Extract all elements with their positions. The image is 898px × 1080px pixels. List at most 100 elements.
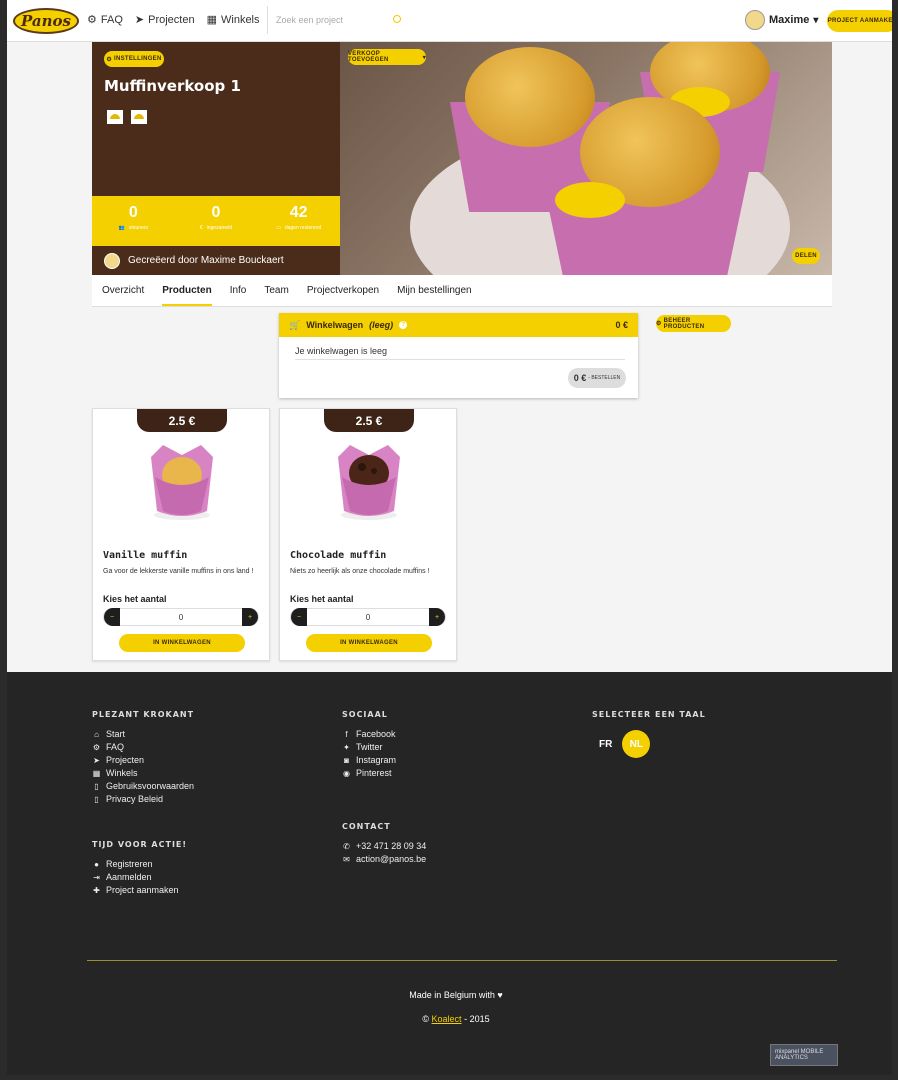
product-name: Chocolade muffin <box>290 550 387 561</box>
footer-link-instagram[interactable]: ◙ Instagram <box>342 755 396 765</box>
building-icon: ▦ <box>92 768 101 778</box>
paper-plane-icon: ➤ <box>134 14 145 26</box>
footer-email[interactable]: ✉ action@panos.be <box>342 854 426 864</box>
plus-icon: ✚ <box>93 885 100 895</box>
footer-link-faq[interactable]: ⚙ FAQ <box>92 742 194 752</box>
panos-label-shape <box>555 182 625 218</box>
quantity-input[interactable]: 0 <box>179 613 183 622</box>
stat-collected: 0 € ingezameld <box>175 196 258 246</box>
footer-col-sociaal: SOCIAAL f Facebook ✦ Twitter ◙ Instagram ◉ P… <box>342 710 396 781</box>
language-fr-button[interactable]: FR <box>599 739 612 750</box>
search-icon[interactable] <box>393 15 401 23</box>
panos-logo[interactable]: Panos <box>13 8 79 34</box>
plus-icon[interactable]: + <box>241 608 258 626</box>
tab-team[interactable]: Team <box>264 285 288 296</box>
cogs-icon: ⚙ <box>92 742 101 752</box>
stat-value: 42 <box>289 204 308 221</box>
plus-icon[interactable]: + <box>428 608 445 626</box>
hero-badges <box>107 110 147 124</box>
hero-info-panel: ⚙ INSTELLINGEN Muffinverkoop 1 0 👥 steune… <box>92 42 340 275</box>
nav-link-faq[interactable]: ⚙ FAQ <box>87 13 123 27</box>
footer-link-twitter[interactable]: ✦ Twitter <box>342 742 396 752</box>
stat-value: 0 <box>128 204 138 221</box>
top-nav: Panos ⚙ FAQ ➤ Projecten ▦ Winkels Zoek een … <box>7 0 892 42</box>
footer-link-facebook[interactable]: f Facebook <box>342 729 396 739</box>
minus-icon[interactable]: − <box>104 608 120 626</box>
tab-info[interactable]: Info <box>230 285 247 296</box>
footer-link-login[interactable]: ⇥ Aanmelden <box>92 872 187 882</box>
footer-link-label: action@panos.be <box>356 854 427 864</box>
pinterest-icon: ◉ <box>343 768 350 778</box>
twitter-icon: ✦ <box>343 742 350 752</box>
koalect-link[interactable]: Koalect <box>432 1014 462 1024</box>
add-to-cart-button[interactable]: IN WINKELWAGEN <box>306 634 432 652</box>
product-image <box>338 445 400 520</box>
footer-link-pinterest[interactable]: ◉ Pinterest <box>342 768 396 778</box>
settings-button[interactable]: ⚙ INSTELLINGEN <box>104 51 164 67</box>
question-icon[interactable]: ? <box>399 321 408 329</box>
nav-link-winkels[interactable]: ▦ Winkels <box>207 13 260 27</box>
footer-phone[interactable]: ✆ +32 471 28 09 34 <box>342 841 426 851</box>
footer-link-projecten[interactable]: ➤ Projecten <box>92 755 194 765</box>
facebook-icon: f <box>345 729 348 739</box>
nav-link-projecten[interactable]: ➤ Projecten <box>134 13 195 27</box>
nav-link-label: FAQ <box>100 13 123 26</box>
footer-link-label: Project aanmaken <box>106 885 179 895</box>
footer-heading: TIJD VOOR ACTIE! <box>92 840 188 849</box>
quantity-input[interactable]: 0 <box>366 613 370 622</box>
nav-link-label: Winkels <box>221 13 260 26</box>
tab-overzicht[interactable]: Overzicht <box>102 285 144 296</box>
cogs-icon: ⚙ <box>87 14 97 26</box>
footer-link-label: Winkels <box>106 768 138 778</box>
stat-label: dagen resterend <box>284 225 322 231</box>
search-input[interactable]: Zoek een project <box>267 6 407 34</box>
mixpanel-badge[interactable]: mixpanel MOBILE ANALYTICS <box>770 1044 838 1066</box>
cart-icon: 🛒 <box>289 319 301 330</box>
muffin-badge-icon <box>131 110 147 124</box>
order-button[interactable]: 0 € - BESTELLEN <box>568 368 626 388</box>
user-menu[interactable]: Maxime ▾ <box>745 10 818 30</box>
user-name: Maxime <box>769 14 810 26</box>
file-icon: ▯ <box>94 781 99 791</box>
project-tabs: Overzicht Producten Info Team Projectver… <box>92 275 832 307</box>
footer-link-terms[interactable]: ▯ Gebruiksvoorwaarden <box>92 781 194 791</box>
minus-icon[interactable]: − <box>291 608 307 626</box>
footer-link-register[interactable]: ● Registreren <box>92 859 187 869</box>
footer-link-label: Gebruiksvoorwaarden <box>106 781 195 791</box>
add-to-cart-button[interactable]: IN WINKELWAGEN <box>119 634 245 652</box>
create-project-button[interactable]: PROJECT AANMAKEN <box>827 10 892 32</box>
tab-producten[interactable]: Producten <box>162 285 213 306</box>
share-button[interactable]: DELEN <box>792 248 820 264</box>
footer-link-create-project[interactable]: ✚ Project aanmaken <box>92 885 187 895</box>
language-selector: FR NL <box>599 730 651 758</box>
quantity-stepper: − 0 + <box>290 608 446 626</box>
cart-header[interactable]: 🛒 Winkelwagen (leeg) ? 0 € <box>279 313 638 337</box>
euro-icon: € <box>199 225 203 231</box>
tab-projectverkopen[interactable]: Projectverkopen <box>307 285 379 296</box>
tab-mijn-bestellingen[interactable]: Mijn bestellingen <box>397 285 472 296</box>
page: Panos ⚙ FAQ ➤ Projecten ▦ Winkels Zoek een … <box>0 0 898 1080</box>
cart-title: Winkelwagen <box>306 320 364 330</box>
settings-button-label: INSTELLINGEN <box>114 56 162 62</box>
phone-icon: ✆ <box>343 841 350 851</box>
add-sale-button[interactable]: VERKOOP TOEVOEGEN ▾ <box>348 49 426 65</box>
footer-link-start[interactable]: ⌂ Start <box>92 729 194 739</box>
logo-text: Panos <box>21 12 71 30</box>
footer-link-label: Pinterest <box>356 768 392 778</box>
quantity-stepper: − 0 + <box>103 608 259 626</box>
footer-link-winkels[interactable]: ▦ Winkels <box>92 768 194 778</box>
footer-link-privacy[interactable]: ▯ Privacy Beleid <box>92 794 194 804</box>
manage-products-button[interactable]: ⚙ BEHEER PRODUCTEN <box>656 315 731 332</box>
footer-link-label: Registreren <box>106 859 153 869</box>
envelope-icon: ✉ <box>343 854 350 864</box>
order-amount: 0 € <box>573 373 587 383</box>
project-hero: ⚙ INSTELLINGEN Muffinverkoop 1 0 👥 steune… <box>92 42 832 275</box>
cart-status: (leeg) <box>369 320 394 330</box>
price-tag: 2.5 € <box>137 409 227 432</box>
project-stats: 0 👥 steuners 0 € ingezameld 42 ▭ dagen rest… <box>92 196 340 246</box>
file-icon: ▯ <box>94 794 99 804</box>
footer-link-label: Start <box>106 729 126 739</box>
footer-link-label: FAQ <box>106 742 125 752</box>
language-nl-button[interactable]: NL <box>622 730 651 758</box>
creator-text: Gecreëerd door Maxime Bouckaert <box>128 255 284 266</box>
